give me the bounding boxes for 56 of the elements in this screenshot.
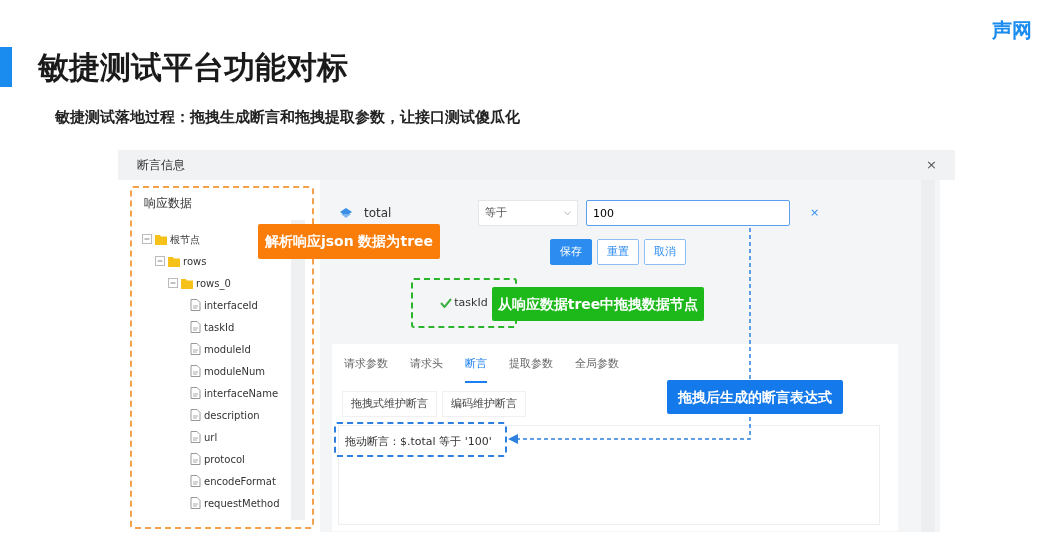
sub-tab[interactable]: 拖拽式维护断言: [342, 390, 437, 417]
file-icon: [190, 453, 201, 465]
tree-node[interactable]: 根节点: [170, 231, 200, 247]
collapse-icon[interactable]: [155, 256, 165, 266]
file-icon: [190, 497, 201, 509]
collapse-icon[interactable]: [168, 278, 178, 288]
file-icon: [190, 431, 201, 443]
tab[interactable]: 提取参数: [509, 348, 553, 383]
operator-select[interactable]: 等于: [478, 200, 578, 226]
file-icon: [190, 365, 201, 377]
logo: 声网: [992, 20, 1032, 44]
annotation-label: 从响应数据tree中拖拽数据节点: [492, 287, 704, 321]
tab[interactable]: 请求头: [410, 348, 443, 383]
field-name: total: [364, 205, 392, 222]
file-icon: [190, 475, 201, 487]
tree-node[interactable]: requestMethod: [204, 495, 280, 511]
tree-node[interactable]: moduleId: [204, 341, 251, 357]
tree-node[interactable]: interfaceName: [204, 385, 279, 401]
action-button[interactable]: 取消: [644, 239, 686, 265]
collapse-icon[interactable]: [142, 234, 152, 244]
sub-tab[interactable]: 编码维护断言: [442, 390, 526, 417]
tree-node[interactable]: encodeFormat: [204, 473, 276, 489]
tree-node[interactable]: url: [204, 429, 218, 445]
file-icon: [190, 343, 201, 355]
close-button[interactable]: ×: [926, 155, 937, 175]
assertion-expression: 拖动断言：$.total 等于 '100': [345, 434, 492, 450]
tab[interactable]: 全局参数: [575, 348, 619, 383]
file-icon: [190, 387, 201, 399]
file-icon: [190, 409, 201, 421]
caret-icon: [564, 210, 571, 216]
file-icon: [190, 321, 201, 333]
annotation-label: 拖拽后生成的断言表达式: [667, 380, 843, 414]
folder-icon: [155, 233, 167, 245]
tab[interactable]: 断言: [465, 348, 487, 383]
accent-bar: [0, 47, 12, 87]
tree-node[interactable]: taskId: [204, 319, 235, 335]
node-label: taskId: [454, 294, 488, 311]
tree-node[interactable]: description: [204, 407, 260, 423]
check-icon: [440, 298, 453, 308]
tree-node[interactable]: protocol: [204, 451, 245, 467]
folder-icon: [168, 255, 180, 267]
tab[interactable]: 请求参数: [344, 348, 388, 383]
tree-node[interactable]: moduleNum: [204, 363, 266, 379]
slide-subtitle: 敏捷测试落地过程：拖拽生成断言和拖拽提取参数，让接口测试傻瓜化: [55, 107, 520, 127]
action-button[interactable]: 重置: [597, 239, 639, 265]
folder-icon: [181, 277, 193, 289]
tree-node[interactable]: interfaceId: [204, 297, 258, 313]
panel-title: 响应数据: [143, 195, 193, 212]
value-field[interactable]: 100: [586, 200, 790, 226]
annotation-label: 解析响应json 数据为tree: [258, 224, 440, 259]
file-icon: [190, 299, 201, 311]
slide-title: 敏捷测试平台功能对标: [38, 48, 348, 87]
tree-node[interactable]: rows_0: [196, 275, 231, 291]
diamond-icon: [340, 208, 352, 218]
tree-node[interactable]: rows: [183, 253, 207, 269]
dialog-title: 断言信息: [137, 157, 185, 174]
